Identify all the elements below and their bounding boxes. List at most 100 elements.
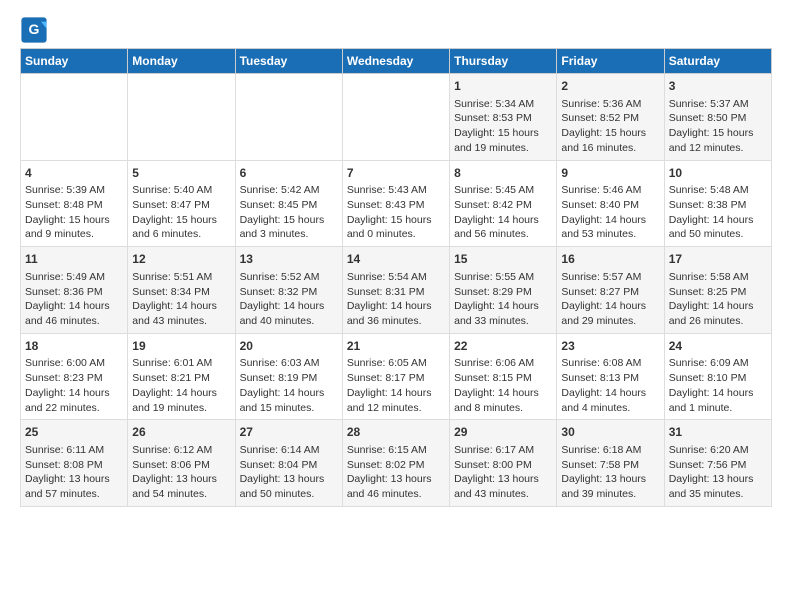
calendar-cell: 3Sunrise: 5:37 AMSunset: 8:50 PMDaylight… (664, 74, 771, 161)
day-info: Sunset: 8:47 PM (132, 198, 230, 213)
day-info: and 8 minutes. (454, 401, 552, 416)
day-info: and 26 minutes. (669, 314, 767, 329)
calendar-cell: 16Sunrise: 5:57 AMSunset: 8:27 PMDayligh… (557, 247, 664, 334)
day-info: and 16 minutes. (561, 141, 659, 156)
day-info: Sunset: 8:29 PM (454, 285, 552, 300)
day-number: 14 (347, 251, 445, 268)
calendar-cell: 29Sunrise: 6:17 AMSunset: 8:00 PMDayligh… (450, 420, 557, 507)
day-info: and 6 minutes. (132, 227, 230, 242)
day-info: Daylight: 14 hours (132, 386, 230, 401)
day-info: and 54 minutes. (132, 487, 230, 502)
day-header-monday: Monday (128, 49, 235, 74)
day-info: and 22 minutes. (25, 401, 123, 416)
calendar-cell: 18Sunrise: 6:00 AMSunset: 8:23 PMDayligh… (21, 333, 128, 420)
day-number: 16 (561, 251, 659, 268)
page-header: G (20, 16, 772, 44)
day-number: 2 (561, 78, 659, 95)
day-info: Sunrise: 6:01 AM (132, 356, 230, 371)
day-info: Sunset: 8:32 PM (240, 285, 338, 300)
day-info: Sunrise: 5:46 AM (561, 183, 659, 198)
day-info: Daylight: 14 hours (561, 213, 659, 228)
day-info: Sunrise: 5:54 AM (347, 270, 445, 285)
day-number: 21 (347, 338, 445, 355)
day-info: Daylight: 14 hours (454, 213, 552, 228)
calendar-cell: 15Sunrise: 5:55 AMSunset: 8:29 PMDayligh… (450, 247, 557, 334)
calendar-cell: 19Sunrise: 6:01 AMSunset: 8:21 PMDayligh… (128, 333, 235, 420)
day-info: and 0 minutes. (347, 227, 445, 242)
day-info: Daylight: 15 hours (132, 213, 230, 228)
day-info: Sunrise: 5:48 AM (669, 183, 767, 198)
day-number: 17 (669, 251, 767, 268)
day-info: Sunrise: 5:42 AM (240, 183, 338, 198)
day-info: Sunrise: 5:58 AM (669, 270, 767, 285)
day-info: Sunrise: 5:37 AM (669, 97, 767, 112)
day-info: Sunrise: 6:15 AM (347, 443, 445, 458)
day-header-sunday: Sunday (21, 49, 128, 74)
day-info: Sunrise: 5:55 AM (454, 270, 552, 285)
logo-icon: G (20, 16, 48, 44)
day-number: 24 (669, 338, 767, 355)
day-info: Daylight: 14 hours (132, 299, 230, 314)
calendar-cell (21, 74, 128, 161)
day-info: and 19 minutes. (454, 141, 552, 156)
day-info: Daylight: 13 hours (669, 472, 767, 487)
calendar-cell: 21Sunrise: 6:05 AMSunset: 8:17 PMDayligh… (342, 333, 449, 420)
day-info: Daylight: 15 hours (561, 126, 659, 141)
day-info: Daylight: 14 hours (240, 386, 338, 401)
day-info: Daylight: 14 hours (347, 299, 445, 314)
day-info: Daylight: 13 hours (240, 472, 338, 487)
day-info: Sunset: 8:53 PM (454, 111, 552, 126)
calendar-cell: 25Sunrise: 6:11 AMSunset: 8:08 PMDayligh… (21, 420, 128, 507)
calendar-cell: 14Sunrise: 5:54 AMSunset: 8:31 PMDayligh… (342, 247, 449, 334)
day-number: 19 (132, 338, 230, 355)
calendar-cell: 1Sunrise: 5:34 AMSunset: 8:53 PMDaylight… (450, 74, 557, 161)
day-info: Sunset: 8:45 PM (240, 198, 338, 213)
day-info: Sunset: 8:38 PM (669, 198, 767, 213)
day-info: Sunrise: 6:05 AM (347, 356, 445, 371)
calendar-cell: 12Sunrise: 5:51 AMSunset: 8:34 PMDayligh… (128, 247, 235, 334)
day-info: Sunset: 8:42 PM (454, 198, 552, 213)
day-info: Daylight: 15 hours (25, 213, 123, 228)
day-info: Daylight: 14 hours (561, 299, 659, 314)
calendar-cell: 2Sunrise: 5:36 AMSunset: 8:52 PMDaylight… (557, 74, 664, 161)
day-info: Sunset: 8:04 PM (240, 458, 338, 473)
day-number: 27 (240, 424, 338, 441)
day-number: 22 (454, 338, 552, 355)
day-info: and 15 minutes. (240, 401, 338, 416)
day-info: and 9 minutes. (25, 227, 123, 242)
day-number: 8 (454, 165, 552, 182)
calendar-cell: 30Sunrise: 6:18 AMSunset: 7:58 PMDayligh… (557, 420, 664, 507)
day-info: Sunrise: 6:03 AM (240, 356, 338, 371)
day-info: Sunset: 8:17 PM (347, 371, 445, 386)
day-info: Sunset: 8:08 PM (25, 458, 123, 473)
day-info: Daylight: 13 hours (25, 472, 123, 487)
day-info: Daylight: 15 hours (669, 126, 767, 141)
day-info: and 1 minute. (669, 401, 767, 416)
day-info: Sunrise: 5:34 AM (454, 97, 552, 112)
day-info: and 53 minutes. (561, 227, 659, 242)
calendar-cell (128, 74, 235, 161)
day-info: Sunset: 8:02 PM (347, 458, 445, 473)
calendar-cell: 9Sunrise: 5:46 AMSunset: 8:40 PMDaylight… (557, 160, 664, 247)
day-info: Sunrise: 5:57 AM (561, 270, 659, 285)
day-info: Sunrise: 5:45 AM (454, 183, 552, 198)
day-info: Daylight: 15 hours (347, 213, 445, 228)
day-info: Daylight: 15 hours (454, 126, 552, 141)
day-info: Sunset: 8:48 PM (25, 198, 123, 213)
day-info: Daylight: 14 hours (25, 299, 123, 314)
day-info: and 46 minutes. (25, 314, 123, 329)
day-info: Daylight: 15 hours (240, 213, 338, 228)
day-number: 9 (561, 165, 659, 182)
day-info: Sunrise: 6:09 AM (669, 356, 767, 371)
calendar-cell: 23Sunrise: 6:08 AMSunset: 8:13 PMDayligh… (557, 333, 664, 420)
calendar-cell: 28Sunrise: 6:15 AMSunset: 8:02 PMDayligh… (342, 420, 449, 507)
day-info: Daylight: 14 hours (669, 386, 767, 401)
day-info: Sunset: 8:34 PM (132, 285, 230, 300)
calendar-cell: 26Sunrise: 6:12 AMSunset: 8:06 PMDayligh… (128, 420, 235, 507)
day-number: 20 (240, 338, 338, 355)
day-info: Daylight: 14 hours (669, 299, 767, 314)
day-number: 15 (454, 251, 552, 268)
day-number: 31 (669, 424, 767, 441)
day-info: and 36 minutes. (347, 314, 445, 329)
day-info: Daylight: 14 hours (561, 386, 659, 401)
